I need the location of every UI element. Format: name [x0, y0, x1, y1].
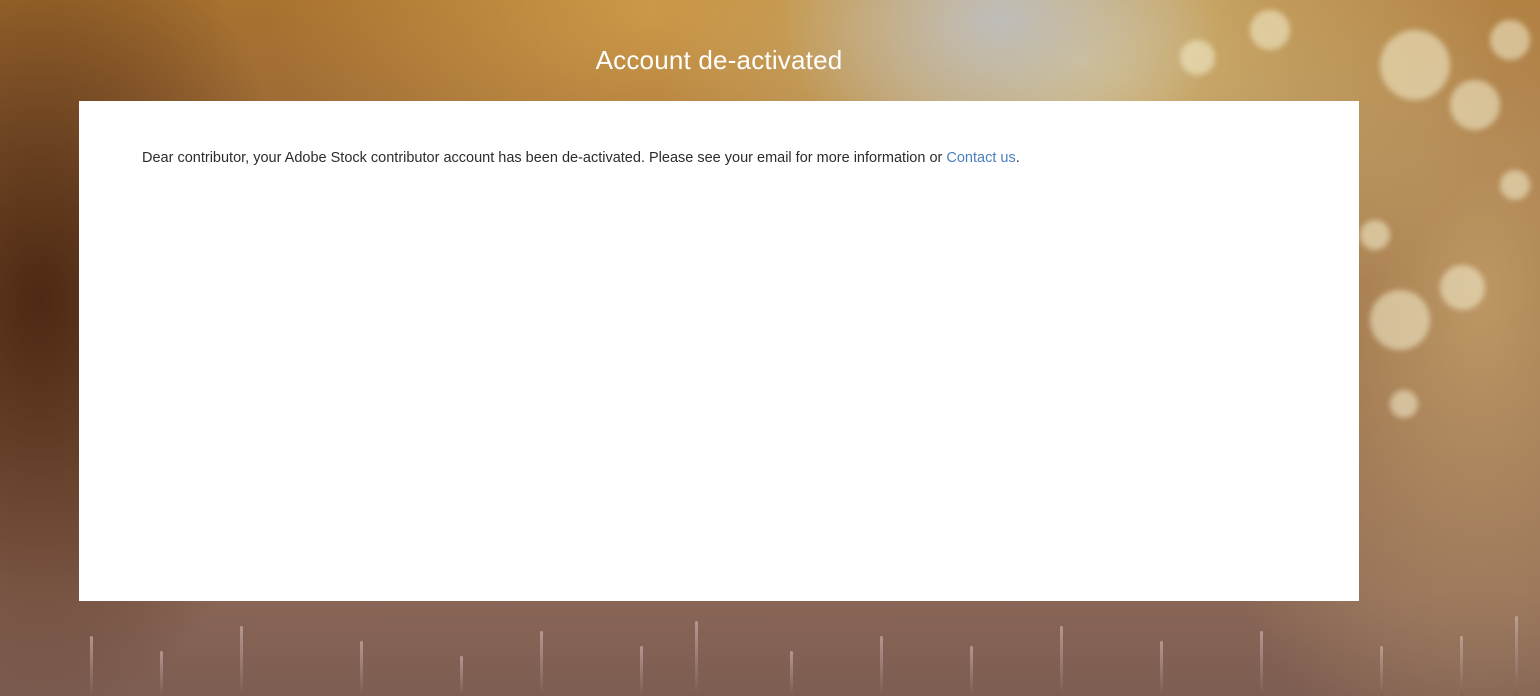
- bokeh-light: [1450, 80, 1500, 130]
- grass-stem: [695, 621, 698, 696]
- bokeh-light: [1500, 170, 1530, 200]
- deactivation-message-text: Dear contributor, your Adobe Stock contr…: [142, 149, 947, 166]
- grass-stem: [1160, 641, 1163, 696]
- bokeh-light: [1490, 20, 1530, 60]
- grass-stem: [540, 631, 543, 696]
- grass-stem: [1380, 646, 1383, 696]
- grass-stem: [160, 651, 163, 696]
- grass-stem: [360, 641, 363, 696]
- grass-stem: [90, 636, 93, 696]
- bokeh-light: [1370, 290, 1430, 350]
- bokeh-light: [1360, 220, 1390, 250]
- bokeh-light: [1440, 265, 1485, 310]
- bokeh-light: [1250, 10, 1290, 50]
- grass-stem: [1515, 616, 1518, 696]
- grass-stem: [240, 626, 243, 696]
- grass-stem: [970, 646, 973, 696]
- grass-stem: [460, 656, 463, 696]
- grass-stem: [880, 636, 883, 696]
- grass-stem: [1060, 626, 1063, 696]
- message-trailing-period: .: [1015, 149, 1020, 166]
- deactivation-message: Dear contributor, your Adobe Stock contr…: [142, 150, 1020, 166]
- grass-stem: [1260, 631, 1263, 696]
- page-title: Account de-activated: [595, 45, 843, 76]
- message-card: Dear contributor, your Adobe Stock contr…: [79, 101, 1359, 601]
- bokeh-light: [1390, 390, 1418, 418]
- contact-us-link[interactable]: Contact us: [946, 150, 1015, 166]
- grass-stem: [1460, 636, 1463, 696]
- grass-stem: [640, 646, 643, 696]
- grass-stem: [790, 651, 793, 696]
